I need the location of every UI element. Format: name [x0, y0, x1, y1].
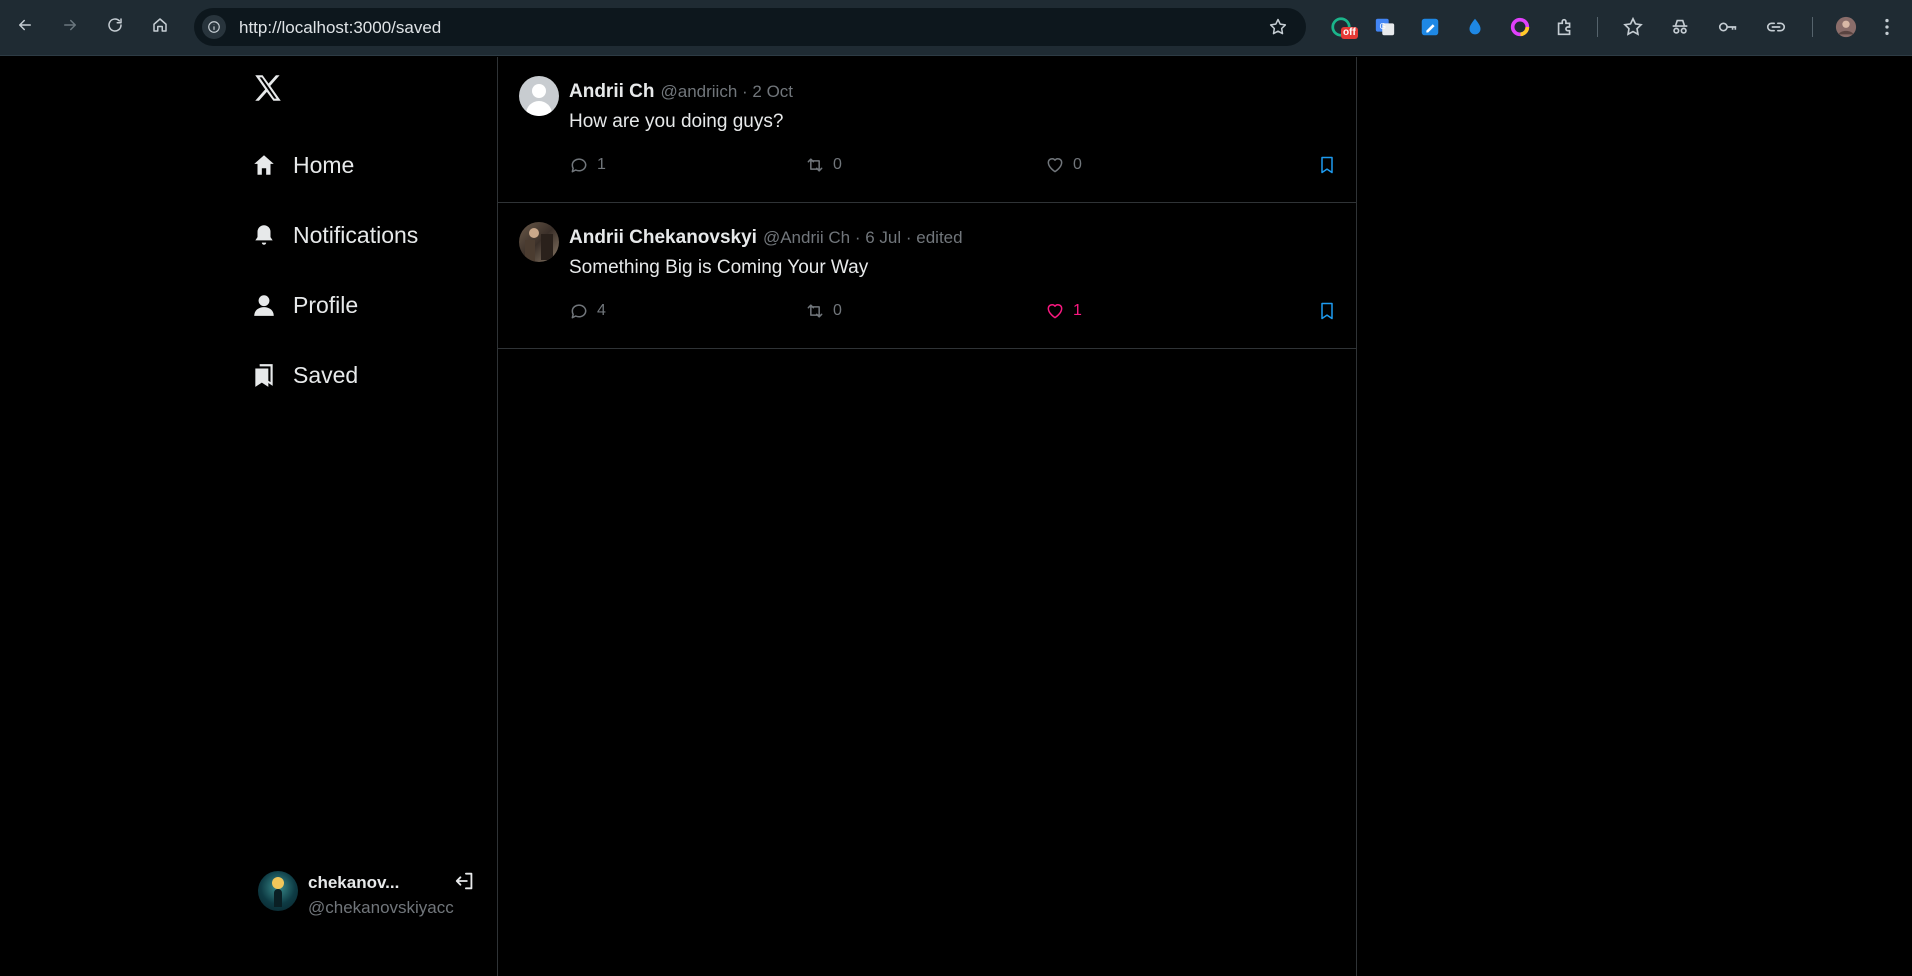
extension-pen-icon[interactable] [1418, 15, 1442, 39]
repost-count: 0 [833, 302, 842, 319]
extension-off-badge: off [1341, 27, 1358, 39]
sidebar-item-profile[interactable]: Profile [250, 285, 358, 325]
bookmarks-star-icon[interactable] [1621, 15, 1645, 39]
reply-count: 1 [597, 156, 606, 173]
repost-icon [807, 304, 823, 318]
back-button[interactable] [13, 13, 37, 37]
post-text: How are you doing guys? [569, 111, 784, 132]
like-button[interactable]: 0 [1045, 155, 1082, 175]
site-info-icon[interactable] [202, 15, 226, 39]
reply-button[interactable]: 1 [569, 155, 606, 175]
like-button[interactable]: 1 [1045, 301, 1082, 321]
address-bar[interactable]: http://localhost:3000/saved [194, 8, 1306, 46]
post-actions: 1 0 0 [569, 155, 1345, 179]
sidebar-item-home[interactable]: Home [250, 145, 354, 185]
extension-drop-icon[interactable] [1463, 15, 1487, 39]
sidebar-item-saved[interactable]: Saved [250, 355, 358, 395]
post-text: Something Big is Coming Your Way [569, 257, 869, 278]
bell-icon [250, 221, 278, 249]
post-card[interactable]: Andrii Ch @andriich · 2 Oct How are you d… [498, 57, 1356, 203]
repost-button[interactable]: 0 [805, 301, 842, 321]
account-name: chekanov... [308, 873, 400, 892]
comment-icon [571, 158, 587, 173]
post-card[interactable]: Andrii Chekanovskyi @Andrii Ch · 6 Jul · … [498, 203, 1356, 349]
house-icon [153, 18, 167, 32]
bookmark-icon [1321, 156, 1333, 174]
avatar[interactable] [519, 76, 559, 116]
password-key-icon[interactable] [1716, 15, 1740, 39]
post-actions: 4 0 1 [569, 301, 1345, 325]
post-author-name[interactable]: Andrii Chekanovskyi [569, 227, 757, 248]
arrow-left-icon [19, 19, 31, 31]
account-handle: @chekanovskiyacc [308, 898, 454, 917]
forward-button[interactable] [58, 13, 82, 37]
browser-menu-icon[interactable] [1875, 15, 1899, 39]
reload-button[interactable] [103, 13, 127, 37]
svg-text:G: G [1380, 22, 1386, 31]
bookmark-button[interactable] [1317, 301, 1337, 321]
bookmark-icon [1321, 302, 1333, 320]
saved-feed: Andrii Ch @andriich · 2 Oct How are you d… [497, 57, 1357, 976]
browser-toolbar: http://localhost:3000/saved off G [0, 0, 1912, 56]
sidebar-item-notifications[interactable]: Notifications [250, 215, 418, 255]
heart-icon [1047, 304, 1063, 319]
like-count: 0 [1073, 156, 1082, 173]
bookmark-icon [250, 361, 278, 389]
person-icon [250, 291, 278, 319]
sidebar-item-label: Home [293, 151, 355, 178]
link-icon[interactable] [1764, 15, 1788, 39]
extension-color-ring-icon[interactable] [1508, 15, 1532, 39]
account-switcher[interactable]: chekanov... @chekanovskiyacc [258, 866, 480, 926]
logout-icon[interactable] [454, 870, 478, 894]
comment-icon [571, 304, 587, 319]
extension-grammar-icon[interactable]: off [1329, 15, 1358, 39]
bookmark-star-icon[interactable] [1268, 17, 1288, 37]
repost-button[interactable]: 0 [805, 155, 842, 175]
post-meta: @andriich · 2 Oct [660, 82, 794, 101]
like-count: 1 [1073, 302, 1082, 319]
post-meta: @Andrii Ch · 6 Jul · edited [762, 228, 963, 247]
repost-count: 0 [833, 156, 842, 173]
repost-icon [807, 158, 823, 172]
reload-icon [108, 18, 122, 32]
bookmark-button[interactable] [1317, 155, 1337, 175]
avatar[interactable] [519, 222, 559, 262]
toolbar-separator [1597, 17, 1598, 37]
heart-icon [1047, 158, 1063, 173]
extension-translate-icon[interactable]: G [1373, 15, 1397, 39]
toolbar-separator [1812, 17, 1813, 37]
x-logo-icon[interactable] [250, 71, 286, 105]
home-icon [250, 151, 278, 179]
avatar [258, 871, 298, 911]
arrow-right-icon [64, 19, 76, 31]
profile-avatar-icon[interactable] [1834, 15, 1858, 39]
home-button[interactable] [148, 13, 172, 37]
sidebar: Home Notifications Profile Saved chekano… [0, 57, 497, 976]
url-text[interactable]: http://localhost:3000/saved [239, 18, 441, 38]
extensions-puzzle-icon[interactable] [1553, 15, 1577, 39]
sidebar-item-label: Notifications [293, 221, 419, 248]
incognito-icon[interactable] [1668, 15, 1692, 39]
reply-button[interactable]: 4 [569, 301, 606, 321]
post-header: Andrii Ch @andriich · 2 Oct [569, 81, 793, 103]
sidebar-item-label: Profile [293, 291, 359, 318]
post-header: Andrii Chekanovskyi @Andrii Ch · 6 Jul · … [569, 227, 963, 249]
sidebar-item-label: Saved [293, 361, 359, 388]
post-author-name[interactable]: Andrii Ch [569, 81, 655, 102]
reply-count: 4 [597, 302, 606, 319]
